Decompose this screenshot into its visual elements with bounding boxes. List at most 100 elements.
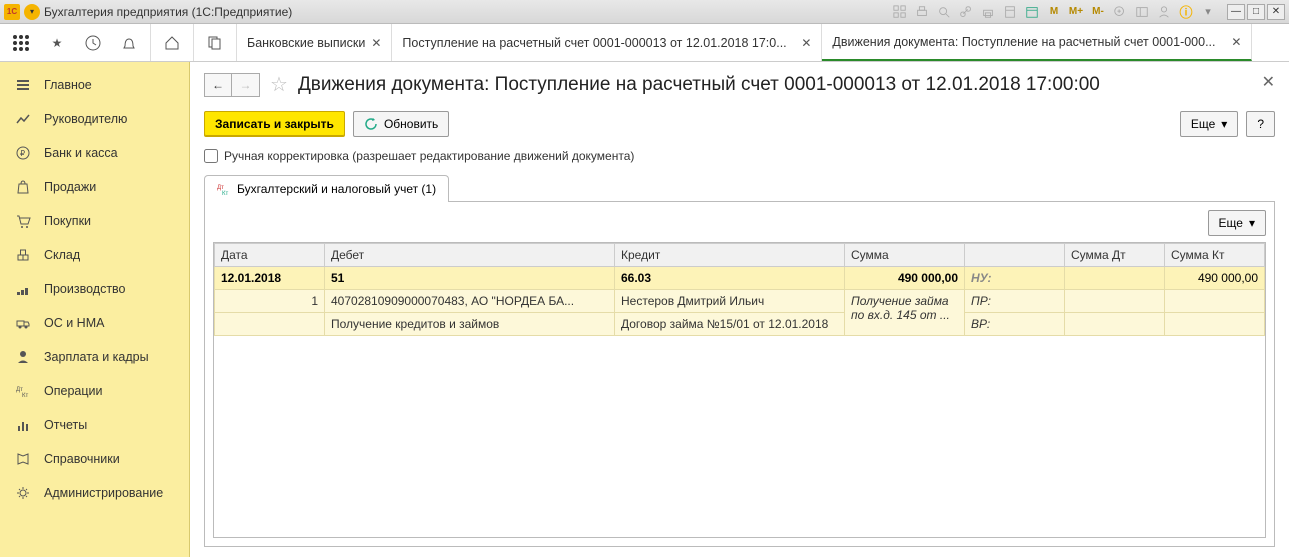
svg-text:Кт: Кт xyxy=(222,191,228,196)
grid-icon[interactable] xyxy=(891,3,909,21)
sidebar-item-purchases[interactable]: Покупки xyxy=(0,204,189,238)
cell-credit-sub: Нестеров Дмитрий Ильич xyxy=(615,290,845,313)
sidebar-item-warehouse[interactable]: Склад xyxy=(0,238,189,272)
print2-icon[interactable] xyxy=(979,3,997,21)
entry-detail-row[interactable]: 1 40702810909000070483, АО "НОРДЕА БА...… xyxy=(215,290,1265,313)
sidebar-item-main[interactable]: Главное xyxy=(0,68,189,102)
manual-edit-label: Ручная корректировка (разрешает редактир… xyxy=(224,149,634,163)
person-icon xyxy=(14,348,32,366)
dropdown-icon[interactable]: ▾ xyxy=(1199,3,1217,21)
cell-sum: 490 000,00 xyxy=(845,267,965,290)
memory-m-icon[interactable]: M xyxy=(1045,3,1063,21)
sidebar-item-sales[interactable]: Продажи xyxy=(0,170,189,204)
panel-icon[interactable] xyxy=(1133,3,1151,21)
nav-forward-button[interactable]: → xyxy=(232,73,260,97)
sidebar-item-directories[interactable]: Справочники xyxy=(0,442,189,476)
entry-header-row[interactable]: 12.01.2018 51 66.03 490 000,00 НУ: 490 0… xyxy=(215,267,1265,290)
memory-mplus-icon[interactable]: M+ xyxy=(1067,3,1085,21)
main-layout: Главное Руководителю ₽ Банк и касса Прод… xyxy=(0,62,1289,557)
factory-icon xyxy=(14,280,32,298)
calendar-icon[interactable] xyxy=(1023,3,1041,21)
col-type[interactable] xyxy=(965,244,1065,267)
col-sum[interactable]: Сумма xyxy=(845,244,965,267)
tab-receipt[interactable]: Поступление на расчетный счет 0001-00001… xyxy=(392,24,822,61)
sidebar-item-manager[interactable]: Руководителю xyxy=(0,102,189,136)
favorite-icon[interactable]: ★ xyxy=(46,32,68,54)
memory-mminus-icon[interactable]: M- xyxy=(1089,3,1107,21)
cell-sum-kt: 490 000,00 xyxy=(1165,267,1265,290)
tab-label: Поступление на расчетный счет 0001-00001… xyxy=(402,36,795,50)
title-toolbar: M M+ M- ⓘ ▾ — □ ✕ xyxy=(891,3,1285,21)
window-title: Бухгалтерия предприятия (1С:Предприятие) xyxy=(44,5,292,19)
tab-label: Движения документа: Поступление на расче… xyxy=(832,35,1225,49)
col-date[interactable]: Дата xyxy=(215,244,325,267)
boxes-icon xyxy=(14,246,32,264)
button-label: Обновить xyxy=(384,117,438,131)
subtab-accounting[interactable]: ДтКт Бухгалтерский и налоговый учет (1) xyxy=(204,175,449,202)
cell-date: 12.01.2018 xyxy=(215,267,325,290)
maximize-button[interactable]: □ xyxy=(1247,4,1265,20)
sidebar-item-production[interactable]: Производство xyxy=(0,272,189,306)
manual-edit-checkbox[interactable] xyxy=(204,149,218,163)
link-icon[interactable] xyxy=(957,3,975,21)
more-button[interactable]: Еще▾ xyxy=(1180,111,1238,137)
table-more-button[interactable]: Еще▾ xyxy=(1208,210,1266,236)
minimize-button[interactable]: — xyxy=(1227,4,1245,20)
title-bar: 1C ▾ Бухгалтерия предприятия (1С:Предпри… xyxy=(0,0,1289,24)
col-credit[interactable]: Кредит xyxy=(615,244,845,267)
documents-icon[interactable] xyxy=(204,32,226,54)
sidebar-item-operations[interactable]: ДтКт Операции xyxy=(0,374,189,408)
book-icon xyxy=(14,450,32,468)
tab-document-movements[interactable]: Движения документа: Поступление на расче… xyxy=(822,24,1252,61)
cell-pr-label: ПР: xyxy=(965,290,1065,313)
save-close-button[interactable]: Записать и закрыть xyxy=(204,111,345,137)
entries-table[interactable]: Дата Дебет Кредит Сумма Сумма Дт Сумма К… xyxy=(213,242,1266,538)
col-sum-dt[interactable]: Сумма Дт xyxy=(1065,244,1165,267)
tab-close-icon[interactable]: ✕ xyxy=(801,36,811,50)
entry-detail-row[interactable]: Получение кредитов и займов Договор займ… xyxy=(215,313,1265,336)
sidebar-item-assets[interactable]: ОС и НМА xyxy=(0,306,189,340)
button-label: Еще xyxy=(1191,117,1215,131)
apps-icon[interactable] xyxy=(10,32,32,54)
tab-bank-statements[interactable]: Банковские выписки ✕ xyxy=(237,24,392,61)
menu-icon xyxy=(14,76,32,94)
help-button[interactable]: ? xyxy=(1246,111,1275,137)
cell-empty xyxy=(1065,313,1165,336)
tab-close-icon[interactable]: ✕ xyxy=(1231,35,1241,49)
tab-close-icon[interactable]: ✕ xyxy=(371,36,381,50)
sidebar-item-label: ОС и НМА xyxy=(44,316,104,330)
cell-credit-sub2: Договор займа №15/01 от 12.01.2018 xyxy=(615,313,845,336)
sidebar-item-bank[interactable]: ₽ Банк и касса xyxy=(0,136,189,170)
svg-text:Кт: Кт xyxy=(22,393,28,399)
info-icon[interactable]: ⓘ xyxy=(1177,3,1195,21)
print-icon[interactable] xyxy=(913,3,931,21)
sidebar-item-admin[interactable]: Администрирование xyxy=(0,476,189,510)
cell-n: 1 xyxy=(215,290,325,313)
sidebar-item-salary[interactable]: Зарплата и кадры xyxy=(0,340,189,374)
nav-back-button[interactable]: ← xyxy=(204,73,232,97)
history-icon[interactable] xyxy=(82,32,104,54)
home-icon[interactable] xyxy=(161,32,183,54)
sidebar-item-reports[interactable]: Отчеты xyxy=(0,408,189,442)
calc-icon[interactable] xyxy=(1001,3,1019,21)
close-page-icon[interactable]: ✕ xyxy=(1262,72,1275,92)
subtab-label: Бухгалтерский и налоговый учет (1) xyxy=(237,182,436,196)
bell-icon[interactable] xyxy=(118,32,140,54)
truck-icon xyxy=(14,314,32,332)
gear-icon xyxy=(14,484,32,502)
close-button[interactable]: ✕ xyxy=(1267,4,1285,20)
sidebar-item-label: Операции xyxy=(44,384,102,398)
cart-icon xyxy=(14,212,32,230)
refresh-button[interactable]: Обновить xyxy=(353,111,449,137)
search-icon[interactable] xyxy=(935,3,953,21)
user-icon[interactable] xyxy=(1155,3,1173,21)
tab-label: Банковские выписки xyxy=(247,36,365,50)
col-sum-kt[interactable]: Сумма Кт xyxy=(1165,244,1265,267)
favorite-star-icon[interactable]: ☆ xyxy=(270,72,288,97)
bag-icon xyxy=(14,178,32,196)
zoom-icon[interactable] xyxy=(1111,3,1129,21)
col-debit[interactable]: Дебет xyxy=(325,244,615,267)
chevron-down-icon: ▾ xyxy=(1249,216,1255,230)
app-menu-dropdown-icon[interactable]: ▾ xyxy=(24,4,40,20)
cell-empty xyxy=(215,313,325,336)
